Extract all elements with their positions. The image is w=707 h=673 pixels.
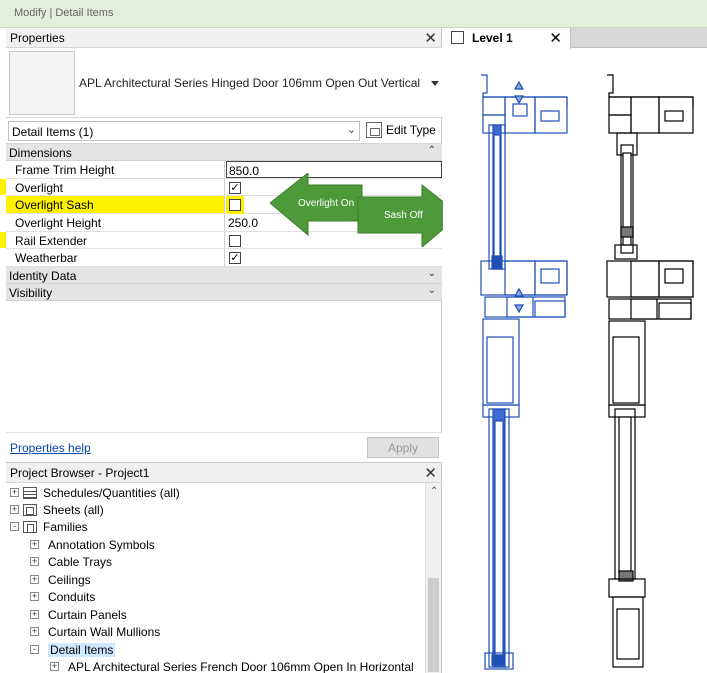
schedule-icon (23, 487, 37, 499)
expand-icon[interactable]: ⌄ (428, 285, 436, 296)
property-name: Weatherbar (6, 249, 225, 267)
tree-item-label: Families (43, 520, 88, 534)
tree-item-label: Ceilings (48, 573, 91, 587)
project-browser-titlebar: Project Browser - Project1 ✕ (6, 463, 441, 483)
expand-icon[interactable]: + (50, 662, 59, 671)
overlight-checkbox[interactable]: ✓ (229, 181, 241, 194)
collapse-icon[interactable]: ⌃ (428, 145, 436, 156)
property-name: Rail Extender (6, 231, 225, 249)
group-visibility[interactable]: Visibility ⌄ (6, 284, 442, 302)
rail-extender-checkbox[interactable] (229, 234, 241, 247)
door-section-outline (606, 74, 694, 668)
group-dimensions[interactable]: Dimensions ⌃ (6, 144, 442, 161)
expand-icon[interactable]: + (30, 592, 39, 601)
group-label: Visibility (9, 286, 53, 301)
project-browser: Project Browser - Project1 ✕ + Schedules… (6, 462, 442, 673)
selected-door-section (480, 74, 568, 670)
expand-icon[interactable]: + (30, 557, 39, 566)
property-value: ✓ (226, 249, 442, 266)
properties-titlebar: Properties ✕ (6, 28, 441, 48)
type-name: APL Architectural Series Hinged Door 106… (79, 76, 421, 90)
type-selector[interactable]: APL Architectural Series Hinged Door 106… (6, 48, 442, 118)
properties-footer: Properties help Apply (6, 432, 442, 460)
instance-row: Detail Items (1) ⌄ Edit Type (6, 118, 442, 144)
scrollbar-thumb[interactable] (428, 578, 439, 672)
annotation-arrow: Overlight On Sash Off (269, 171, 461, 249)
tree-item-label: Curtain Panels (48, 608, 127, 622)
project-browser-title: Project Browser - Project1 (10, 466, 150, 480)
tree-item-label: APL Architectural Series French Door 106… (68, 660, 414, 673)
tree-item-label: Schedules/Quantities (all) (43, 486, 180, 500)
expand-icon[interactable]: + (10, 488, 19, 497)
scroll-up-icon[interactable]: ⌃ (430, 486, 438, 497)
tree-item-label: Conduits (48, 590, 96, 604)
annotation-left-text: Overlight On (298, 198, 355, 209)
tree-item-label: Cable Trays (48, 555, 113, 569)
type-preview-thumbnail (9, 51, 75, 115)
edit-type-icon (366, 122, 382, 138)
edit-type-label: Edit Type (386, 123, 436, 137)
expand-icon[interactable]: + (10, 505, 19, 514)
properties-close-icon[interactable]: ✕ (424, 29, 437, 47)
property-name: Frame Trim Height (6, 161, 225, 178)
weatherbar-checkbox[interactable]: ✓ (229, 252, 241, 265)
browser-scrollbar[interactable]: ⌃ (425, 483, 441, 673)
expand-icon[interactable]: + (30, 627, 39, 636)
annotation-right-text: Sash Off (384, 210, 423, 221)
expand-icon[interactable]: + (30, 610, 39, 619)
view-tab-label: Level 1 (472, 31, 513, 45)
floor-plan-icon (451, 31, 464, 44)
expand-icon[interactable]: + (30, 540, 39, 549)
tree-item-label: Sheets (all) (43, 503, 104, 517)
chevron-down-icon[interactable]: ⌄ (347, 123, 356, 136)
tree-item-label: Curtain Wall Mullions (48, 625, 161, 639)
door-section-drawing (480, 74, 694, 670)
sheet-icon (23, 504, 37, 516)
property-name: Overlight Sash (6, 196, 225, 214)
group-label: Identity Data (9, 269, 77, 284)
property-row-weatherbar: Weatherbar ✓ (6, 249, 442, 268)
tree-item-label: Detail Items (48, 643, 116, 657)
collapse-icon[interactable]: - (10, 522, 19, 531)
collapse-icon[interactable]: - (30, 645, 39, 654)
property-name: Overlight Height (6, 214, 225, 231)
browser-tree: + Schedules/Quantities (all) + Sheets (a… (6, 483, 426, 673)
drawing-canvas[interactable] (443, 49, 707, 673)
group-identity-data[interactable]: Identity Data ⌄ (6, 267, 442, 285)
type-dropdown-icon[interactable] (431, 81, 439, 86)
ribbon-context-label[interactable]: Modify | Detail Items (14, 7, 113, 19)
expand-icon[interactable]: ⌄ (428, 268, 436, 279)
instance-filter-select[interactable]: Detail Items (1) ⌄ (8, 121, 360, 141)
family-icon (23, 521, 37, 533)
apply-button[interactable]: Apply (367, 437, 439, 458)
property-name: Overlight (6, 178, 225, 196)
tab-level-1[interactable]: Level 1 ✕ (443, 28, 571, 49)
double-arrow-icon (269, 171, 461, 249)
properties-help-link[interactable]: Properties help (10, 441, 91, 455)
project-browser-close-icon[interactable]: ✕ (424, 464, 437, 482)
group-label: Dimensions (9, 146, 72, 160)
ribbon-context-bar: Modify | Detail Items (0, 0, 707, 28)
overlight-sash-checkbox[interactable] (229, 199, 241, 212)
edit-type-button[interactable]: Edit Type (364, 121, 440, 141)
properties-title: Properties (10, 31, 65, 45)
close-tab-icon[interactable]: ✕ (549, 29, 562, 47)
tree-item-label: Annotation Symbols (48, 538, 155, 552)
expand-icon[interactable]: + (30, 575, 39, 584)
instance-filter-value: Detail Items (1) (12, 125, 94, 139)
view-tab-bar: Level 1 ✕ (443, 28, 707, 49)
